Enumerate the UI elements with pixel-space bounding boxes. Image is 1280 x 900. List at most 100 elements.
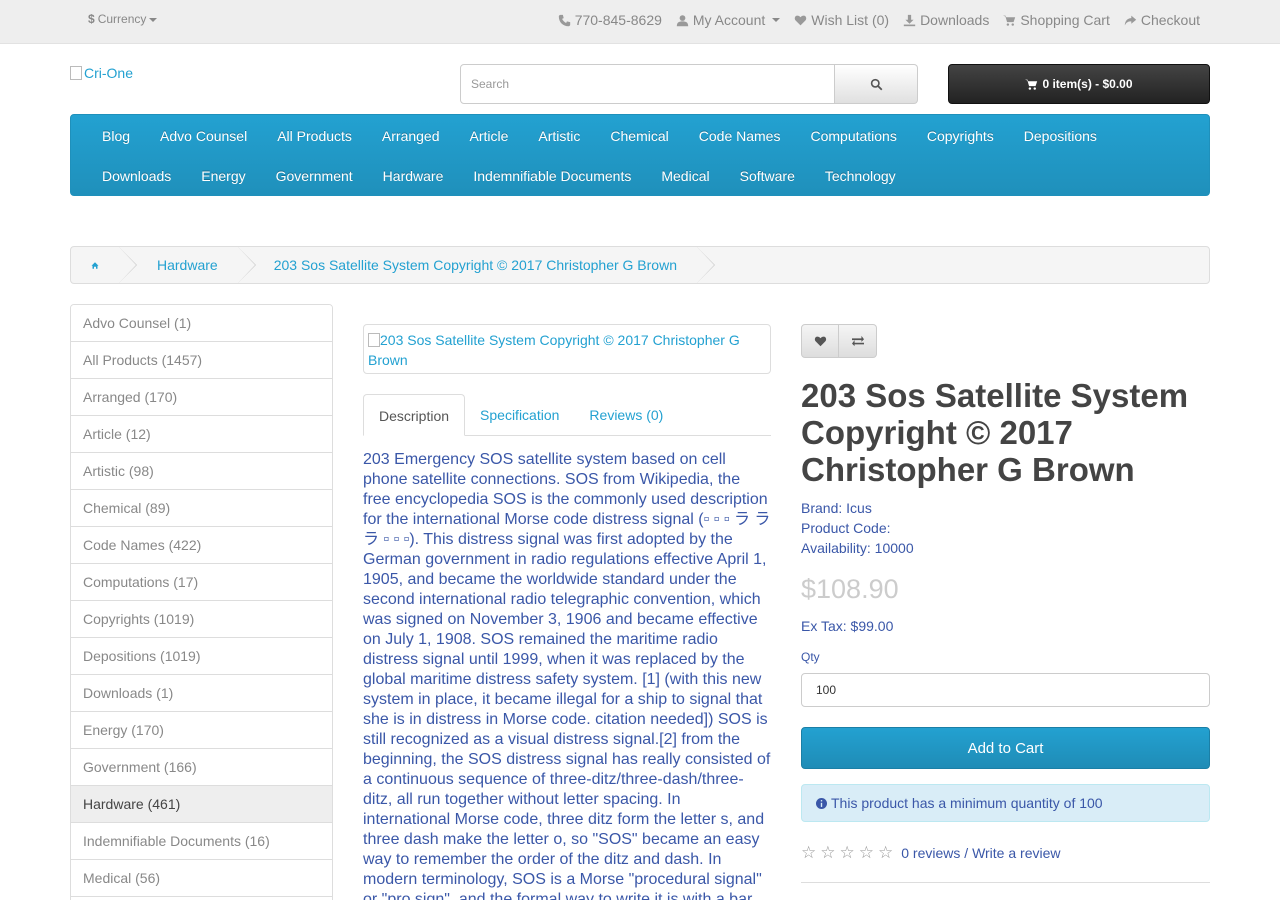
tab-description[interactable]: Description	[363, 394, 466, 436]
menu-item-energy[interactable]: Energy	[186, 167, 260, 185]
category-menu: Blog Advo Counsel All Products Arranged …	[70, 114, 1210, 196]
store-logo[interactable]: Cri-One	[70, 65, 133, 81]
min-quantity-alert: This product has a minimum quantity of 1…	[801, 784, 1210, 822]
sidebar-item-energy[interactable]: Energy (170)	[71, 712, 332, 749]
category-sidebar: Advo Counsel (1) All Products (1457) Arr…	[70, 304, 333, 900]
sidebar-item-computations[interactable]: Computations (17)	[71, 564, 332, 601]
sidebar-item-code-names[interactable]: Code Names (422)	[71, 527, 332, 564]
sidebar-item-hardware[interactable]: Hardware (461)	[71, 786, 332, 823]
brand-link[interactable]: Icus	[846, 500, 872, 516]
currency-dropdown[interactable]: $ Currency	[88, 12, 158, 26]
menu-item-blog[interactable]: Blog	[87, 127, 145, 145]
compare-button[interactable]	[839, 324, 877, 358]
wishlist-label: Wish List (0)	[811, 12, 890, 28]
menu-item-downloads[interactable]: Downloads	[87, 167, 186, 185]
search-input[interactable]	[460, 64, 835, 104]
availability-row: Availability: 10000	[801, 538, 914, 558]
cart-icon	[1003, 15, 1016, 26]
menu-item-arranged[interactable]: Arranged	[367, 127, 455, 145]
ex-tax-price: Ex Tax: $99.00	[801, 618, 894, 634]
my-account-dropdown[interactable]: My Account	[676, 12, 781, 28]
broken-image-icon	[368, 333, 380, 347]
menu-item-indemnifiable-documents[interactable]: Indemnifiable Documents	[458, 167, 646, 185]
search-button[interactable]	[835, 64, 918, 104]
info-icon	[816, 797, 827, 809]
write-review-link[interactable]: Write a review	[972, 845, 1060, 861]
exchange-icon	[851, 335, 864, 347]
menu-item-chemical[interactable]: Chemical	[595, 127, 683, 145]
caret-down-icon	[149, 17, 158, 22]
menu-item-all-products[interactable]: All Products	[262, 127, 367, 145]
tab-reviews[interactable]: Reviews (0)	[574, 394, 678, 436]
menu-item-article[interactable]: Article	[455, 127, 524, 145]
top-links: 770-845-8629 My Account Wish List (0) Do…	[558, 12, 1200, 28]
product-price: $108.90	[801, 574, 899, 604]
menu-item-advo-counsel[interactable]: Advo Counsel	[145, 127, 262, 145]
breadcrumb: Hardware 203 Sos Satellite System Copyri…	[70, 246, 1210, 284]
min-quantity-text: This product has a minimum quantity of 1…	[831, 795, 1103, 811]
menu-item-software[interactable]: Software	[725, 167, 810, 185]
top-bar: $ Currency 770-845-8629 My Account Wish L…	[0, 0, 1280, 44]
sidebar-item-advo-counsel[interactable]: Advo Counsel (1)	[71, 305, 332, 342]
product-rating: ☆ ☆ ☆ ☆ ☆ 0 reviews / Write a review	[801, 843, 1061, 863]
star-empty-icon: ☆	[820, 843, 836, 862]
product-image-alt: 203 Sos Satellite System Copyright © 201…	[368, 332, 740, 368]
tab-specification[interactable]: Specification	[465, 394, 574, 436]
breadcrumb-product[interactable]: 203 Sos Satellite System Copyright © 201…	[238, 247, 716, 283]
availability-label: Availability:	[801, 540, 871, 556]
sidebar-item-copyrights[interactable]: Copyrights (1019)	[71, 601, 332, 638]
shopping-cart-link[interactable]: Shopping Cart	[1003, 12, 1110, 28]
star-empty-icon: ☆	[878, 843, 894, 862]
sidebar-item-artistic[interactable]: Artistic (98)	[71, 453, 332, 490]
qty-label: Qty	[801, 650, 820, 664]
shopping-cart-label: Shopping Cart	[1020, 12, 1110, 28]
currency-symbol: $	[88, 12, 95, 26]
menu-item-hardware[interactable]: Hardware	[368, 167, 459, 185]
cart-summary: 0 item(s) - $0.00	[1042, 77, 1133, 91]
breadcrumb-home[interactable]	[71, 247, 137, 283]
search-icon	[870, 78, 882, 90]
home-icon	[91, 261, 99, 269]
rating-separator: /	[960, 845, 973, 861]
menu-item-code-names[interactable]: Code Names	[684, 127, 796, 145]
heart-icon	[814, 336, 826, 347]
add-to-cart-button[interactable]: Add to Cart	[801, 727, 1210, 769]
product-image[interactable]: 203 Sos Satellite System Copyright © 201…	[363, 324, 771, 374]
menu-row: Downloads Energy Government Hardware Ind…	[87, 167, 911, 185]
heart-icon	[795, 15, 807, 25]
menu-item-government[interactable]: Government	[261, 167, 368, 185]
menu-item-depositions[interactable]: Depositions	[1009, 127, 1112, 145]
sidebar-item-depositions[interactable]: Depositions (1019)	[71, 638, 332, 675]
star-empty-icon: ☆	[839, 843, 855, 862]
quantity-input[interactable]	[801, 673, 1210, 707]
sidebar-item-government[interactable]: Government (166)	[71, 749, 332, 786]
menu-item-medical[interactable]: Medical	[646, 167, 724, 185]
sidebar-item-all-products[interactable]: All Products (1457)	[71, 342, 332, 379]
product-title: 203 Sos Satellite System Copyright © 201…	[801, 377, 1189, 488]
checkout-link[interactable]: Checkout	[1124, 12, 1200, 28]
add-to-wishlist-button[interactable]	[801, 324, 839, 358]
downloads-link[interactable]: Downloads	[903, 12, 989, 28]
menu-row: Blog Advo Counsel All Products Arranged …	[87, 127, 1112, 145]
phone-number: 770-845-8629	[574, 12, 662, 28]
sidebar-item-indemnifiable-documents[interactable]: Indemnifiable Documents (16)	[71, 823, 332, 860]
cart-icon	[1025, 79, 1038, 90]
sidebar-item-article[interactable]: Article (12)	[71, 416, 332, 453]
downloads-label: Downloads	[920, 12, 990, 28]
menu-item-copyrights[interactable]: Copyrights	[912, 127, 1009, 145]
menu-item-computations[interactable]: Computations	[795, 127, 911, 145]
sidebar-item-chemical[interactable]: Chemical (89)	[71, 490, 332, 527]
cart-button[interactable]: 0 item(s) - $0.00	[948, 64, 1210, 104]
sidebar-item-downloads[interactable]: Downloads (1)	[71, 675, 332, 712]
product-meta: Brand: Icus Product Code: Availability: …	[801, 498, 914, 558]
reviews-link[interactable]: 0 reviews	[901, 845, 960, 861]
phone-link[interactable]: 770-845-8629	[558, 12, 662, 28]
product-description: 203 Emergency SOS satellite system based…	[363, 451, 771, 900]
search-bar	[460, 64, 918, 104]
star-empty-icon: ☆	[801, 843, 817, 862]
sidebar-item-medical[interactable]: Medical (56)	[71, 860, 332, 897]
sidebar-item-arranged[interactable]: Arranged (170)	[71, 379, 332, 416]
wishlist-link[interactable]: Wish List (0)	[794, 12, 889, 28]
menu-item-technology[interactable]: Technology	[810, 167, 911, 185]
menu-item-artistic[interactable]: Artistic	[523, 127, 595, 145]
